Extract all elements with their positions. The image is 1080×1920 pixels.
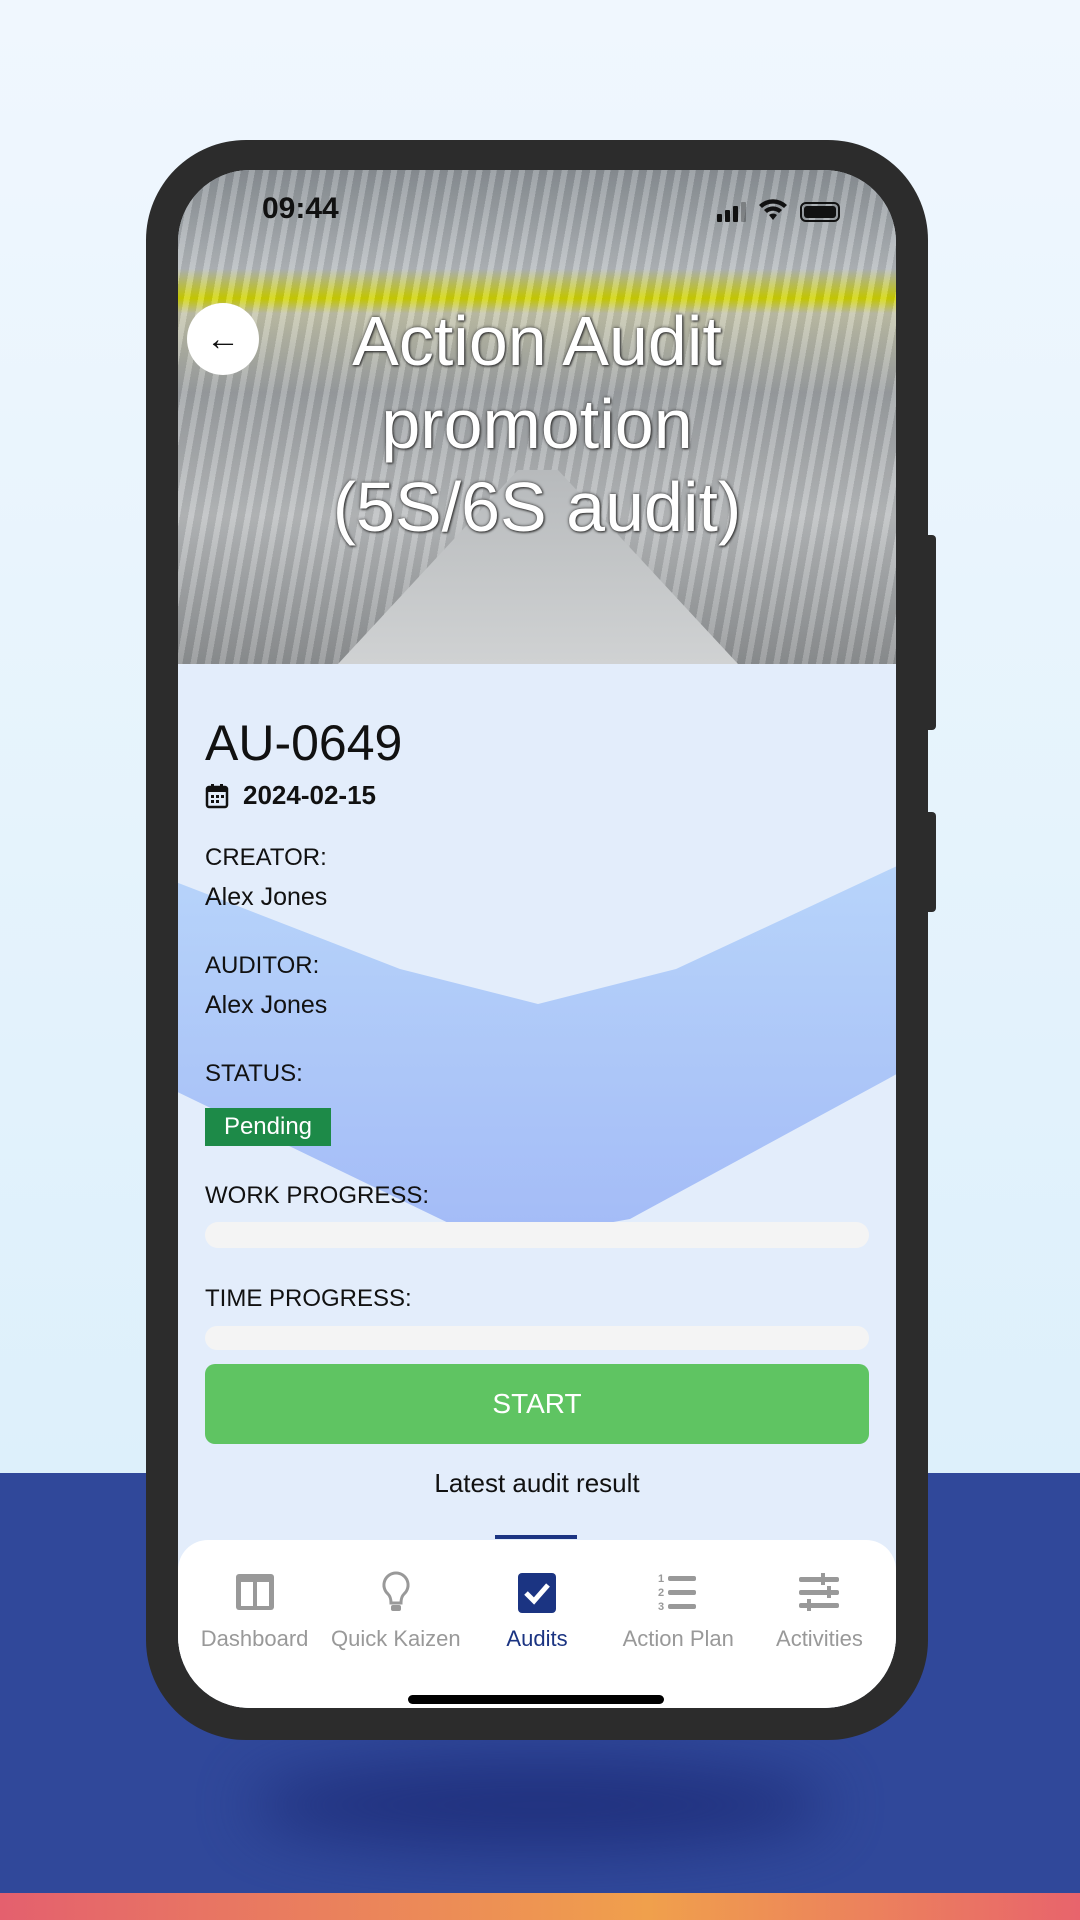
lightbulb-icon (382, 1571, 410, 1611)
svg-text:1: 1 (658, 1573, 664, 1585)
nav-item-action-plan[interactable]: 1 2 3 Action Plan (608, 1540, 749, 1708)
checkbox-icon (518, 1573, 556, 1613)
app-screen: 09:44 ← Action Audit promotion (5S/6S au… (178, 170, 896, 1708)
nav-label: Action Plan (622, 1626, 734, 1651)
calendar-icon (205, 783, 229, 808)
auditor-value: Alex Jones (205, 991, 328, 1019)
back-button[interactable]: ← (187, 303, 259, 375)
active-tab-indicator (495, 1535, 577, 1539)
time-progress-label: TIME PROGRESS: (205, 1285, 412, 1312)
nav-label: Activities (776, 1626, 863, 1651)
nav-item-quick-kaizen[interactable]: Quick Kaizen (325, 1540, 466, 1708)
background-strip (0, 1893, 1080, 1920)
signal-icon (717, 202, 746, 222)
creator-label: CREATOR: (205, 844, 327, 871)
home-indicator[interactable] (408, 1695, 664, 1704)
nav-label: Quick Kaizen (330, 1626, 461, 1651)
date-text: 2024-02-15 (243, 780, 376, 810)
numbered-list-icon: 1 2 3 (658, 1573, 697, 1613)
wifi-icon (759, 199, 787, 220)
bottom-nav: Dashboard Quick Kaizen Audits 1 2 3 Action… (178, 1540, 896, 1708)
work-progress-bar (205, 1222, 869, 1248)
nav-item-audits[interactable]: Audits (466, 1540, 607, 1708)
status-time: 09:44 (262, 192, 339, 225)
page-title: Action Audit promotion (5S/6S audit) (332, 302, 742, 546)
nav-item-dashboard[interactable]: Dashboard (184, 1540, 325, 1708)
audit-id: AU-0649 (205, 715, 403, 771)
work-progress-label: WORK PROGRESS: (205, 1182, 430, 1209)
svg-text:2: 2 (658, 1587, 664, 1599)
header-image: 09:44 ← Action Audit promotion (5S/6S au… (178, 170, 896, 664)
creator-value: Alex Jones (205, 883, 328, 911)
phone-shadow (250, 1760, 830, 1850)
side-button (924, 812, 936, 912)
nav-item-activities[interactable]: Activities (749, 1540, 890, 1708)
latest-audit-result-link[interactable]: Latest audit result (205, 1468, 869, 1499)
status-badge: Pending (205, 1108, 331, 1146)
arrow-left-icon: ← (206, 319, 240, 358)
sliders-icon (799, 1573, 840, 1611)
nav-label: Dashboard (200, 1626, 309, 1651)
status-icons (717, 198, 840, 222)
svg-text:3: 3 (658, 1601, 664, 1613)
start-button[interactable]: START (205, 1364, 869, 1444)
side-button (924, 535, 936, 730)
dashboard-icon (235, 1574, 274, 1610)
status-label: STATUS: (205, 1060, 303, 1087)
battery-icon (800, 202, 840, 222)
time-progress-bar (205, 1326, 869, 1350)
nav-label: Audits (506, 1626, 568, 1651)
auditor-label: AUDITOR: (205, 952, 320, 979)
audit-date: 2024-02-15 (205, 780, 376, 811)
